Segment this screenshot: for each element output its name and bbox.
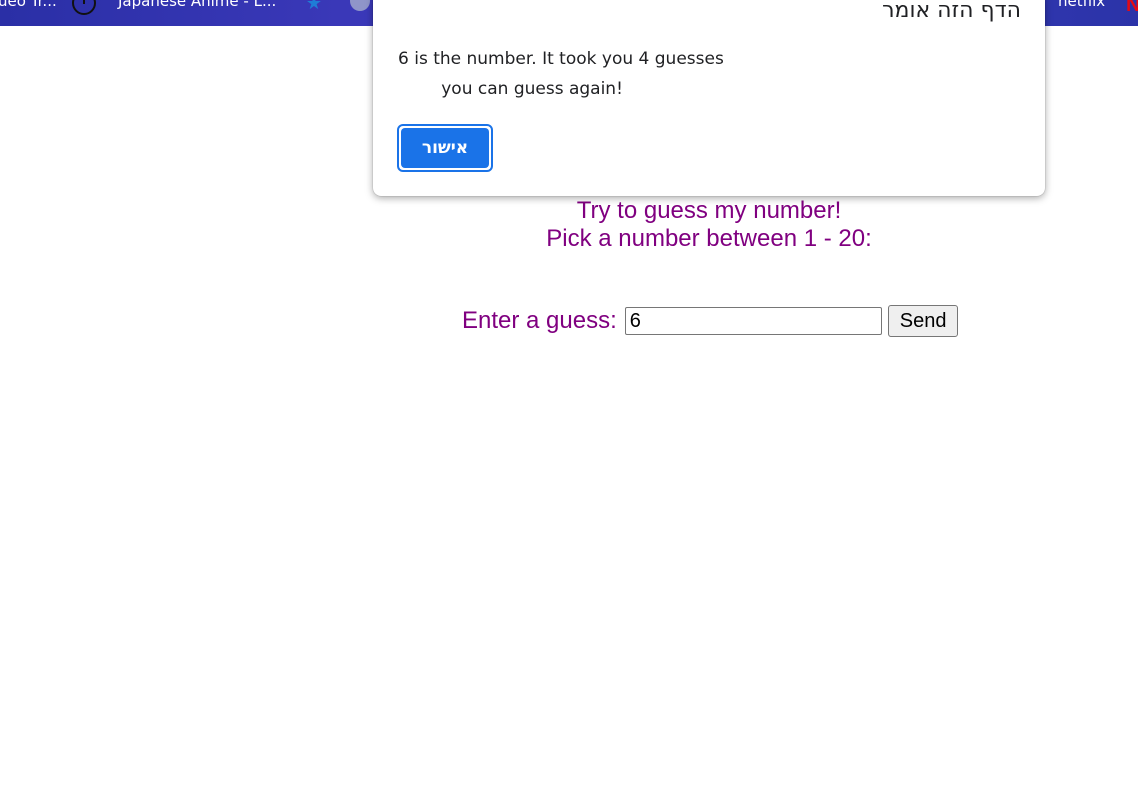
bookmark-item-japanese-anime[interactable]: Japanese Anime - L... [118,0,276,10]
guess-input[interactable] [624,307,882,335]
dialog-ok-label: אישור [401,128,489,168]
clock-icon[interactable] [72,0,96,15]
dialog-message: 6 is the number. It took you 4 guesses y… [398,49,724,99]
bookmark-item-anime-tracker[interactable]: ueo Tr... [0,0,57,10]
guess-form: Enter a guess: Send [462,305,959,337]
dialog-ok-button[interactable]: אישור [397,124,493,172]
alert-dialog: הדף הזה אומר 6 is the number. It took yo… [373,0,1045,196]
guess-label: Enter a guess: [462,307,617,334]
instructions-line-2: Pick a number between 1 - 20: [546,225,872,252]
instructions-line-1: Try to guess my number! [576,197,842,224]
instructions: Try to guess my number! Pick a number be… [0,197,1138,253]
globe-icon[interactable] [350,0,370,11]
star-icon[interactable]: ★ [305,0,323,12]
send-button[interactable]: Send [887,305,959,337]
dialog-title: הדף הזה אומר [882,0,1021,23]
bookmark-item-netflix[interactable]: netflix [1058,0,1105,10]
netflix-icon[interactable]: N [1126,0,1138,16]
